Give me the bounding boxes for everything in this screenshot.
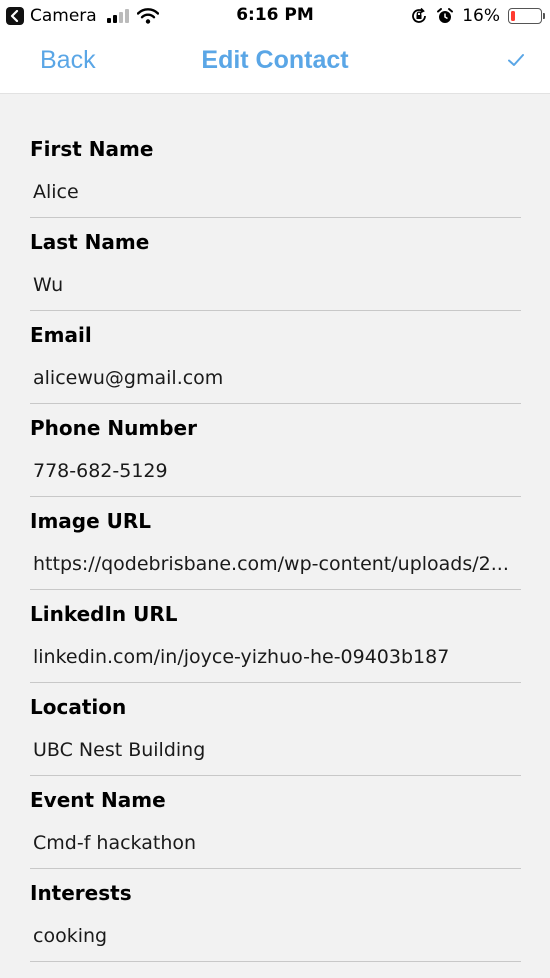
email-input[interactable]: alicewu@gmail.com bbox=[33, 367, 519, 389]
input-underline bbox=[30, 496, 521, 497]
event-name-label: Event Name bbox=[30, 788, 166, 812]
last-name-label: Last Name bbox=[30, 230, 150, 254]
battery-icon bbox=[508, 8, 545, 24]
first-name-label: First Name bbox=[30, 137, 154, 161]
checkmark-icon[interactable] bbox=[506, 50, 526, 70]
email-label: Email bbox=[30, 323, 92, 347]
linkedin-url-input[interactable]: linkedin.com/in/joyce-yizhuo-he-09403b18… bbox=[33, 646, 519, 668]
first-name-input[interactable]: Alice bbox=[33, 181, 519, 203]
orientation-lock-icon bbox=[412, 7, 427, 23]
input-underline bbox=[30, 403, 521, 404]
linkedin-url-label: LinkedIn URL bbox=[30, 602, 178, 626]
location-input[interactable]: UBC Nest Building bbox=[33, 739, 519, 761]
interests-input[interactable]: cooking bbox=[33, 925, 519, 947]
last-name-input[interactable]: Wu bbox=[33, 274, 519, 296]
input-underline bbox=[30, 310, 521, 311]
input-underline bbox=[30, 868, 521, 869]
page-title: Edit Contact bbox=[201, 46, 349, 74]
navigation-bar: Back Edit Contact bbox=[0, 32, 550, 94]
status-bar-right: 16% bbox=[410, 5, 545, 27]
location-label: Location bbox=[30, 695, 127, 719]
phone-number-input[interactable]: 778-682-5129 bbox=[33, 460, 519, 482]
input-underline bbox=[30, 217, 521, 218]
battery-percent: 16% bbox=[462, 6, 500, 26]
interests-label: Interests bbox=[30, 881, 132, 905]
image-url-input[interactable]: https://qodebrisbane.com/wp-content/uplo… bbox=[33, 553, 519, 575]
battery-level-fill bbox=[511, 11, 516, 21]
input-underline bbox=[30, 589, 521, 590]
status-bar: Camera 6:16 PM 16% bbox=[0, 0, 550, 32]
input-underline bbox=[30, 961, 521, 962]
input-underline bbox=[30, 682, 521, 683]
alarm-icon bbox=[437, 8, 454, 23]
image-url-label: Image URL bbox=[30, 509, 152, 533]
phone-number-label: Phone Number bbox=[30, 416, 197, 440]
event-name-input[interactable]: Cmd-f hackathon bbox=[33, 832, 519, 854]
input-underline bbox=[30, 775, 521, 776]
